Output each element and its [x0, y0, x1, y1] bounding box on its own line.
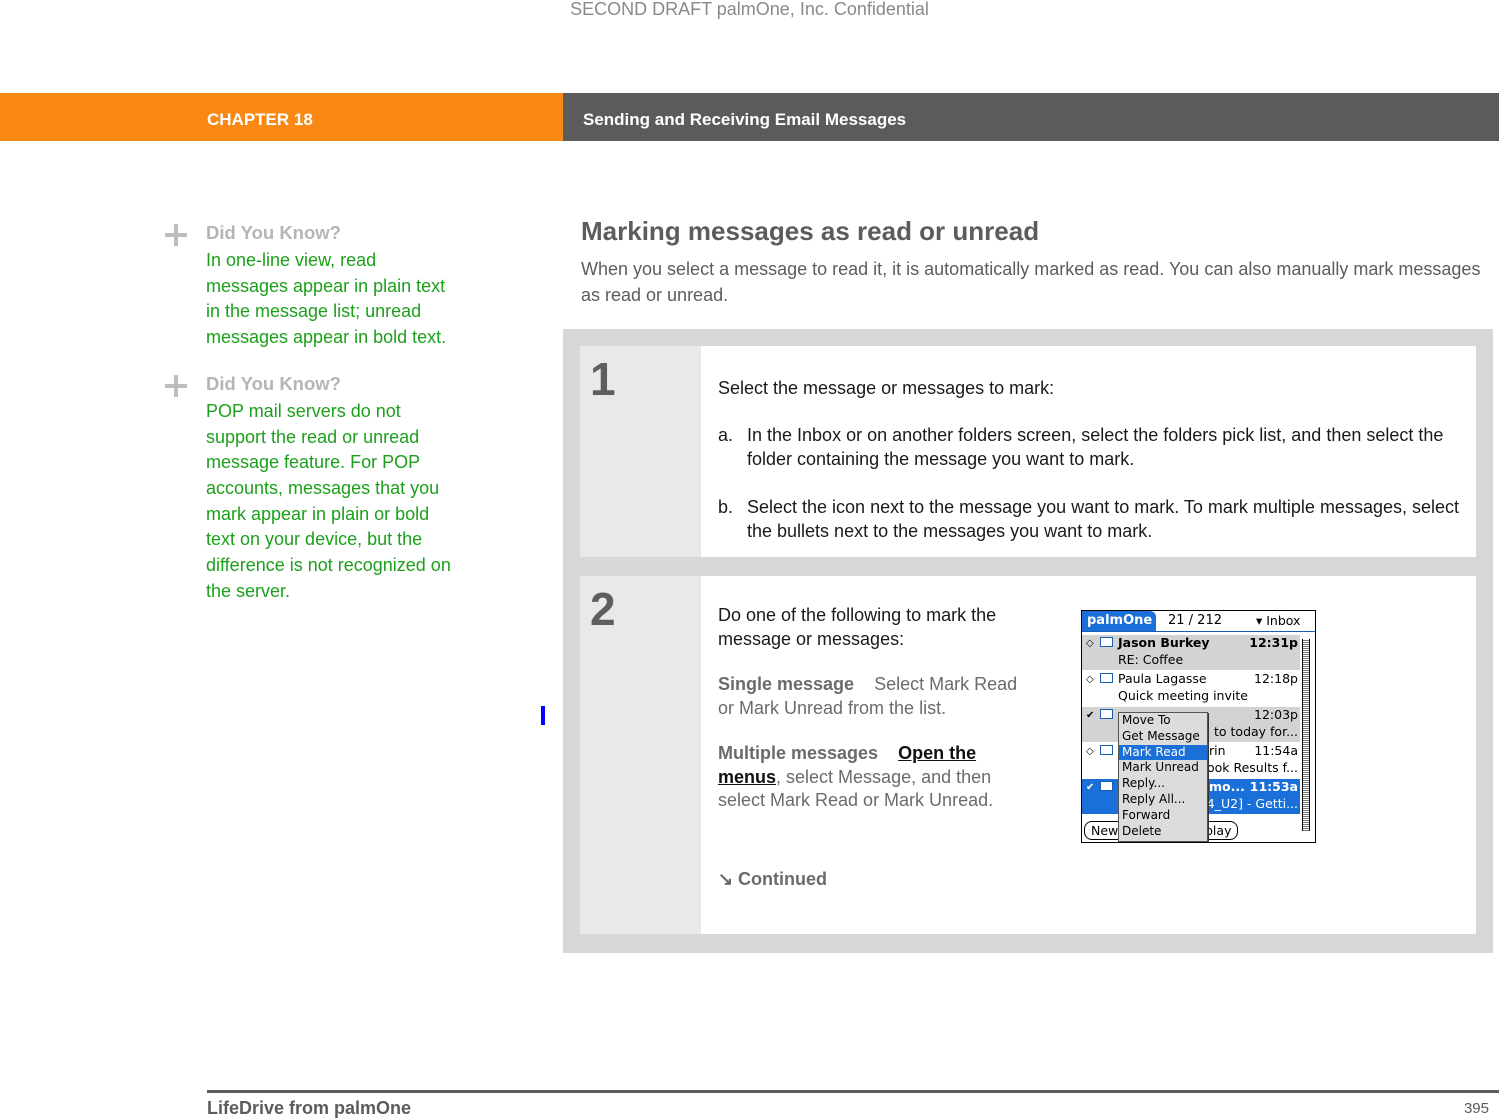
envelope-icon — [1100, 709, 1113, 719]
scrollbar[interactable] — [1302, 639, 1310, 831]
check-icon: ✔ — [1086, 710, 1095, 721]
message-time: 11:53a — [1249, 779, 1298, 794]
page-number: 395 — [1463, 1100, 1489, 1117]
menu-item-reply[interactable]: Reply... — [1119, 776, 1207, 792]
step-number: 1 — [590, 353, 616, 405]
check-icon: ✔ — [1086, 782, 1095, 793]
bullet-icon: ◇ — [1086, 746, 1094, 757]
text-cursor — [541, 706, 545, 725]
calendar-icon — [1100, 673, 1113, 683]
message-subject: to today for... — [1214, 724, 1298, 739]
section-title: Marking messages as read or unread — [581, 216, 1040, 246]
arrow-down-right-icon: ↘ — [718, 869, 734, 889]
chapter-title: Sending and Receiving Email Messages — [583, 110, 907, 129]
chapter-label-box: CHAPTER 18 — [0, 93, 563, 141]
folder-picker[interactable]: ▾ Inbox — [1256, 613, 1300, 628]
option-term: Single message — [718, 674, 855, 694]
message-row[interactable]: ◇ Jason Burkey 12:31p RE: Coffee — [1082, 635, 1300, 670]
step-number-box: 2 — [580, 576, 701, 934]
option-term: Multiple messages — [718, 743, 879, 763]
menu-item-get-message[interactable]: Get Message — [1119, 729, 1207, 745]
menu-item-reply-all[interactable]: Reply All... — [1119, 792, 1207, 808]
menu-item-mark-unread[interactable]: Mark Unread — [1119, 760, 1207, 776]
envelope-icon — [1100, 637, 1113, 647]
continued-text: Continued — [738, 869, 827, 889]
item-label: a. — [718, 425, 734, 445]
step-lead: Select the message or messages to mark: — [718, 378, 1055, 398]
envelope-icon — [1100, 781, 1113, 791]
steps-panel: 1 Select the message or messages to mark… — [563, 329, 1493, 953]
multiple-messages-option: Multiple messages Open the menus, select… — [718, 742, 1028, 813]
step-text: Do one of the following to mark the mess… — [718, 604, 1028, 835]
tip-heading: Did You Know? — [206, 222, 341, 243]
message-subject: Look Results f... — [1200, 760, 1298, 775]
step-number: 2 — [590, 583, 616, 635]
message-time: 12:31p — [1249, 635, 1298, 650]
message-count: 21 / 212 — [1168, 613, 1222, 628]
menu-item-mark-read[interactable]: Mark Read — [1119, 744, 1207, 761]
step-lead: Do one of the following to mark the mess… — [718, 605, 997, 649]
step-number-box: 1 — [580, 346, 701, 557]
section-intro: When you select a message to read it, it… — [581, 259, 1481, 305]
chapter-label: CHAPTER 18 — [207, 110, 313, 129]
menu-item-forward[interactable]: Forward — [1119, 808, 1207, 824]
tip-heading: Did You Know? — [206, 372, 341, 394]
tip-text: POP mail servers do not support the read… — [206, 400, 451, 601]
step-item: a. In the Inbox or on another folders sc… — [718, 424, 1461, 471]
message-subject: 4_U2] - Getti... — [1206, 796, 1298, 811]
menu-item-delete[interactable]: Delete — [1119, 824, 1207, 840]
did-you-know-tip: Did You Know? In one-line view, read mes… — [165, 222, 455, 351]
message-time: 12:03p — [1254, 707, 1298, 722]
step-2: 2 Do one of the following to mark the me… — [580, 576, 1476, 934]
bullet-icon: ◇ — [1086, 674, 1094, 685]
message-from: Jason Burkey — [1118, 635, 1210, 650]
plus-icon — [165, 224, 187, 246]
did-you-know-tip: Did You Know? POP mail servers do not su… — [165, 373, 455, 605]
bullet-icon: ◇ — [1086, 638, 1094, 649]
chapter-title-box: Sending and Receiving Email Messages — [563, 93, 1499, 141]
message-subject: RE: Coffee — [1118, 652, 1184, 667]
triangle-down-icon: ▾ — [1256, 613, 1267, 628]
chapter-header: CHAPTER 18 Sending and Receiving Email M… — [0, 93, 1499, 141]
message-time: 12:18p — [1254, 671, 1298, 686]
envelope-icon — [1100, 745, 1113, 755]
item-text: Select the icon next to the message you … — [747, 497, 1460, 541]
tip-text: In one-line view, read messages appear i… — [206, 250, 447, 348]
message-from: mo... — [1209, 779, 1245, 794]
step-1: 1 Select the message or messages to mark… — [580, 346, 1476, 557]
footer-divider — [207, 1090, 1499, 1093]
plus-icon — [165, 374, 187, 397]
message-from: Paula Lagasse — [1118, 671, 1207, 686]
device-brand-tab: palmOne — [1082, 611, 1156, 631]
continued-label: ↘ Continued — [718, 868, 827, 892]
message-row[interactable]: ◇ Paula Lagasse 12:18p Quick meeting inv… — [1082, 671, 1300, 706]
item-label: b. — [718, 497, 734, 517]
message-subject: Quick meeting invite — [1118, 688, 1248, 703]
sidebar: Did You Know? In one-line view, read mes… — [165, 222, 455, 626]
context-menu: Move To Get Message Mark Read Mark Unrea… — [1118, 712, 1208, 842]
device-title-bar: palmOne 21 / 212 ▾ Inbox — [1082, 611, 1315, 632]
message-time: 11:54a — [1254, 743, 1298, 758]
device-screenshot: palmOne 21 / 212 ▾ Inbox ◇ Jason Burkey … — [1081, 610, 1316, 843]
item-text: In the Inbox or on another folders scree… — [747, 425, 1444, 469]
watermark: SECOND DRAFT palmOne, Inc. Confidential — [570, 0, 929, 19]
message-from: rin — [1209, 743, 1226, 758]
step-item: b. Select the icon next to the message y… — [718, 496, 1461, 543]
single-message-option: Single message Select Mark Read or Mark … — [718, 673, 1028, 720]
footer-book-title: LifeDrive from palmOne — [207, 1098, 412, 1118]
menu-item-move-to[interactable]: Move To — [1119, 713, 1207, 729]
